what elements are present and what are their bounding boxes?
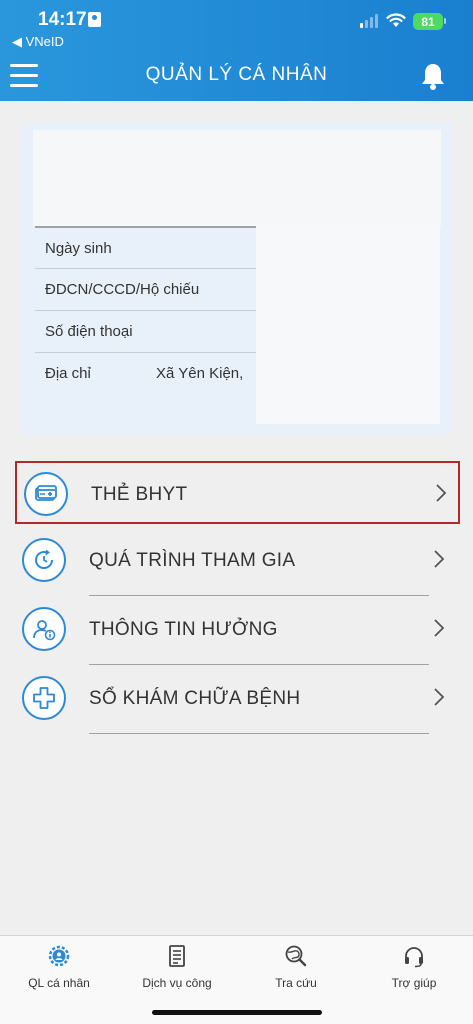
tab-lookup[interactable]: Tra cứu xyxy=(237,944,355,990)
info-row-phone: Số điện thoại xyxy=(35,310,256,352)
battery-icon: 81 xyxy=(413,13,443,30)
wifi-icon xyxy=(386,13,406,27)
signal-icon xyxy=(360,14,378,28)
tab-personal-management[interactable]: QL cá nhân xyxy=(0,944,118,990)
tab-label: Tra cứu xyxy=(275,976,317,990)
menu-item-health-card[interactable]: THẺ BHYT xyxy=(15,461,460,524)
page-title: QUẢN LÝ CÁ NHÂN xyxy=(145,64,328,85)
chevron-right-icon xyxy=(434,688,445,706)
home-indicator xyxy=(152,1010,322,1015)
medical-cross-icon xyxy=(22,676,66,720)
status-time: 14:17 xyxy=(38,9,87,30)
chevron-right-icon xyxy=(434,619,445,637)
battery-cap xyxy=(444,18,446,24)
history-icon xyxy=(22,538,66,582)
id-card-icon xyxy=(88,12,101,27)
menu-item-label: THÔNG TIN HƯỞNG xyxy=(89,619,278,640)
back-to-app-link[interactable]: ◀ VNeID xyxy=(12,34,64,50)
tab-public-services[interactable]: Dịch vụ công xyxy=(118,944,236,990)
chevron-right-icon xyxy=(434,550,445,568)
info-row-address: Địa chỉ Xã Yên Kiện, xyxy=(35,352,256,394)
info-value: Xã Yên Kiện, xyxy=(156,365,244,382)
menu-item-label: THẺ BHYT xyxy=(91,484,188,505)
chevron-right-icon xyxy=(436,484,447,502)
menu-item-label: SỔ KHÁM CHỮA BỆNH xyxy=(89,688,301,709)
menu-item-medical-record[interactable]: SỔ KHÁM CHỮA BỆNH xyxy=(15,667,460,730)
menu-item-participation-history[interactable]: QUÁ TRÌNH THAM GIA xyxy=(15,529,460,592)
tab-label: Dịch vụ công xyxy=(142,976,212,990)
info-row-id-number: ĐDCN/CCCD/Hộ chiếu xyxy=(35,268,256,310)
menu-item-benefit-info[interactable]: THÔNG TIN HƯỞNG xyxy=(15,598,460,661)
tab-label: Trợ giúp xyxy=(391,976,437,990)
profile-card: Ngày sinh ĐDCN/CCCD/Hộ chiếu Số điện tho… xyxy=(22,123,452,434)
tab-help[interactable]: Trợ giúp xyxy=(355,944,473,990)
info-label: ĐDCN/CCCD/Hộ chiếu xyxy=(45,281,200,298)
health-card-icon xyxy=(24,472,68,516)
document-icon xyxy=(169,945,185,967)
tab-label: QL cá nhân xyxy=(28,976,90,990)
app-header: 14:17 ◀ VNeID 81 QUẢN LÝ CÁ NHÂN xyxy=(0,0,473,101)
info-label: Ngày sinh xyxy=(45,240,112,257)
divider xyxy=(89,595,429,596)
info-label: Số điện thoại xyxy=(45,323,133,340)
info-label: Địa chỉ xyxy=(45,365,91,382)
headset-icon xyxy=(405,947,423,968)
profile-name-area xyxy=(33,130,441,226)
personal-gear-icon xyxy=(48,945,70,967)
bell-icon[interactable] xyxy=(418,61,448,91)
divider xyxy=(89,664,429,665)
info-row-birthdate: Ngày sinh xyxy=(35,226,256,268)
menu-item-label: QUÁ TRÌNH THAM GIA xyxy=(89,550,296,571)
search-globe-icon xyxy=(285,945,307,967)
user-info-icon xyxy=(22,607,66,651)
profile-photo xyxy=(256,226,440,424)
divider xyxy=(89,733,429,734)
